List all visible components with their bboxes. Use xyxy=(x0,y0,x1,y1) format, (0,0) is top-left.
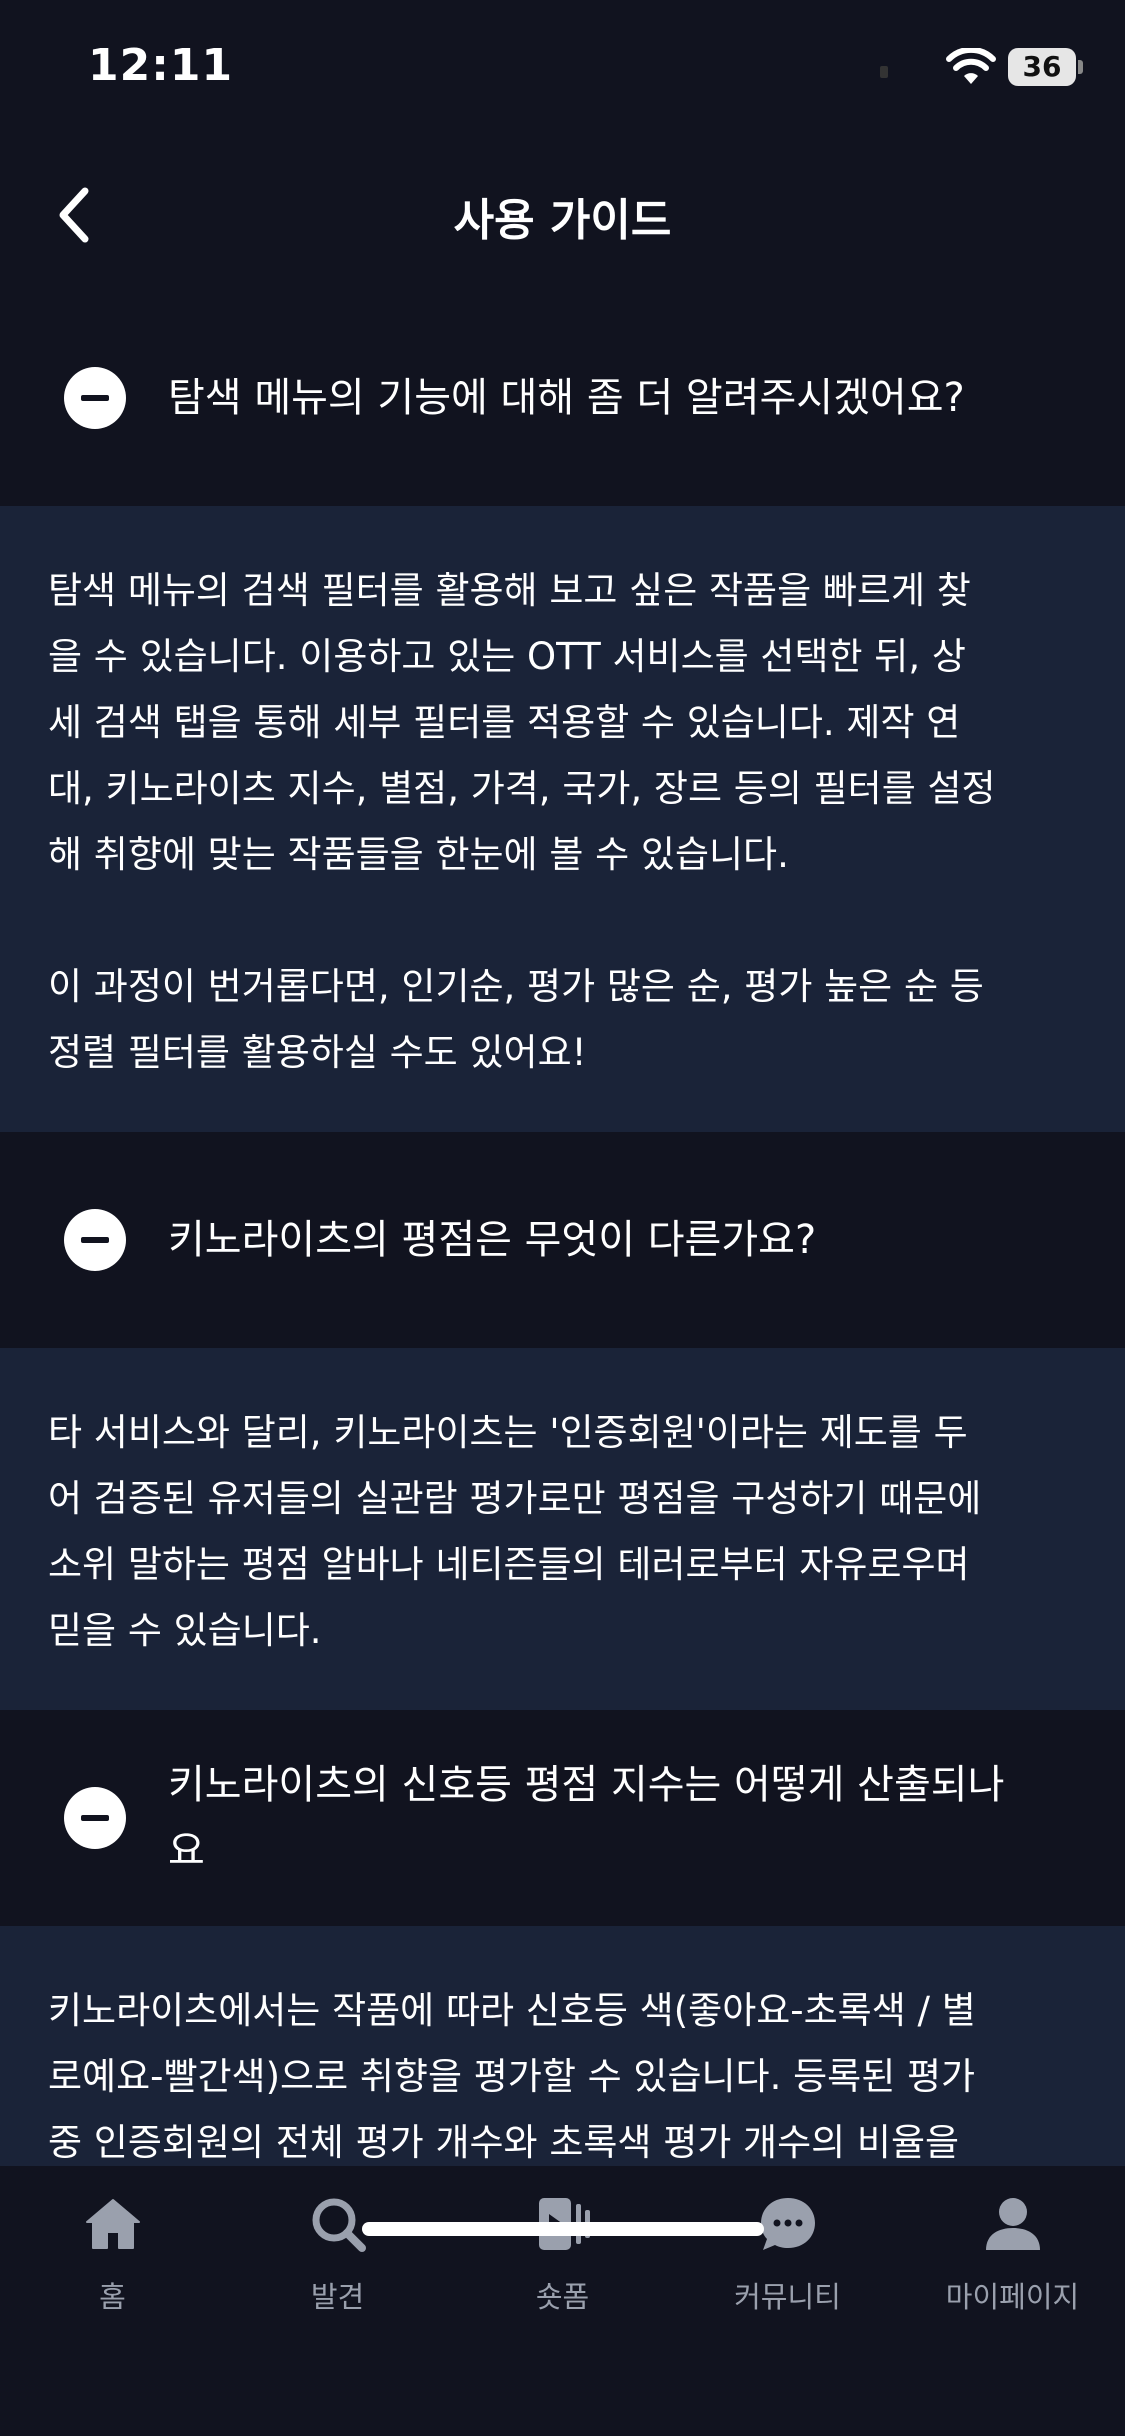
signal-icon xyxy=(880,66,888,78)
faq-question-explore[interactable]: 탐색 메뉴의 기능에 대해 좀 더 알려주시겠어요? xyxy=(0,290,1125,506)
tab-home[interactable]: 홈 xyxy=(0,2194,225,2324)
wifi-icon xyxy=(946,48,996,84)
tab-shortform[interactable]: 숏폼 xyxy=(450,2194,675,2324)
tab-discover[interactable]: 발견 xyxy=(225,2194,450,2324)
minus-circle-icon[interactable] xyxy=(64,1209,126,1271)
status-time: 12:11 xyxy=(88,40,234,91)
faq-question-traffic-light[interactable]: 키노라이츠의 신호등 평점 지수는 어떻게 산출되나 요 xyxy=(0,1710,1125,1926)
status-bar: 12:11 36 xyxy=(0,0,1125,140)
tab-bar: 홈 발견 숏폼 커뮤니티 마이페이지 xyxy=(0,2166,1125,2436)
tab-mypage[interactable]: 마이페이지 xyxy=(900,2194,1125,2324)
tab-community[interactable]: 커뮤니티 xyxy=(675,2194,900,2324)
tab-label: 홈 xyxy=(99,2280,126,2314)
header: 사용 가이드 xyxy=(0,140,1125,290)
faq-question-text: 키노라이츠의 신호등 평점 지수는 어떻게 산출되나 요 xyxy=(168,1762,1005,1874)
chat-icon xyxy=(760,2198,815,2250)
page-title: 사용 가이드 xyxy=(453,195,672,246)
faq-answer-rating: 타 서비스와 달리, 키노라이츠는 '인증회원'이라는 제도를 두 어 검증된 … xyxy=(0,1348,1125,1710)
tab-label: 발견 xyxy=(310,2280,365,2314)
tab-label: 숏폼 xyxy=(535,2280,590,2314)
faq-question-rating[interactable]: 키노라이츠의 평점은 무엇이 다른가요? xyxy=(0,1132,1125,1348)
faq-question-text: 키노라이츠의 평점은 무엇이 다른가요? xyxy=(168,1217,817,1263)
home-icon xyxy=(85,2199,140,2249)
minus-circle-icon[interactable] xyxy=(64,367,126,429)
battery-cap xyxy=(1078,60,1083,74)
faq-answer-explore: 탐색 메뉴의 검색 필터를 활용해 보고 싶은 작품을 빠르게 찾 을 수 있습… xyxy=(0,506,1125,1132)
faq-list[interactable]: 탐색 메뉴의 기능에 대해 좀 더 알려주시겠어요? 탐색 메뉴의 검색 필터를… xyxy=(0,290,1125,2166)
tab-label: 커뮤니티 xyxy=(734,2280,841,2314)
battery-icon: 36 xyxy=(1008,48,1076,86)
tab-label: 마이페이지 xyxy=(945,2280,1080,2314)
faq-question-text: 탐색 메뉴의 기능에 대해 좀 더 알려주시겠어요? xyxy=(168,375,965,421)
minus-circle-icon[interactable] xyxy=(64,1787,126,1849)
screen: 12:11 36 사용 가이드 탐색 메뉴의 기능에 대해 좀 더 알려주시겠어… xyxy=(0,0,1125,2436)
search-icon xyxy=(312,2198,366,2252)
faq-answer-traffic-light: 키노라이츠에서는 작품에 따라 신호등 색(좋아요-초록색 / 별 로예요-빨간… xyxy=(0,1926,1125,2166)
home-indicator xyxy=(362,2222,764,2236)
user-icon xyxy=(985,2198,1040,2250)
